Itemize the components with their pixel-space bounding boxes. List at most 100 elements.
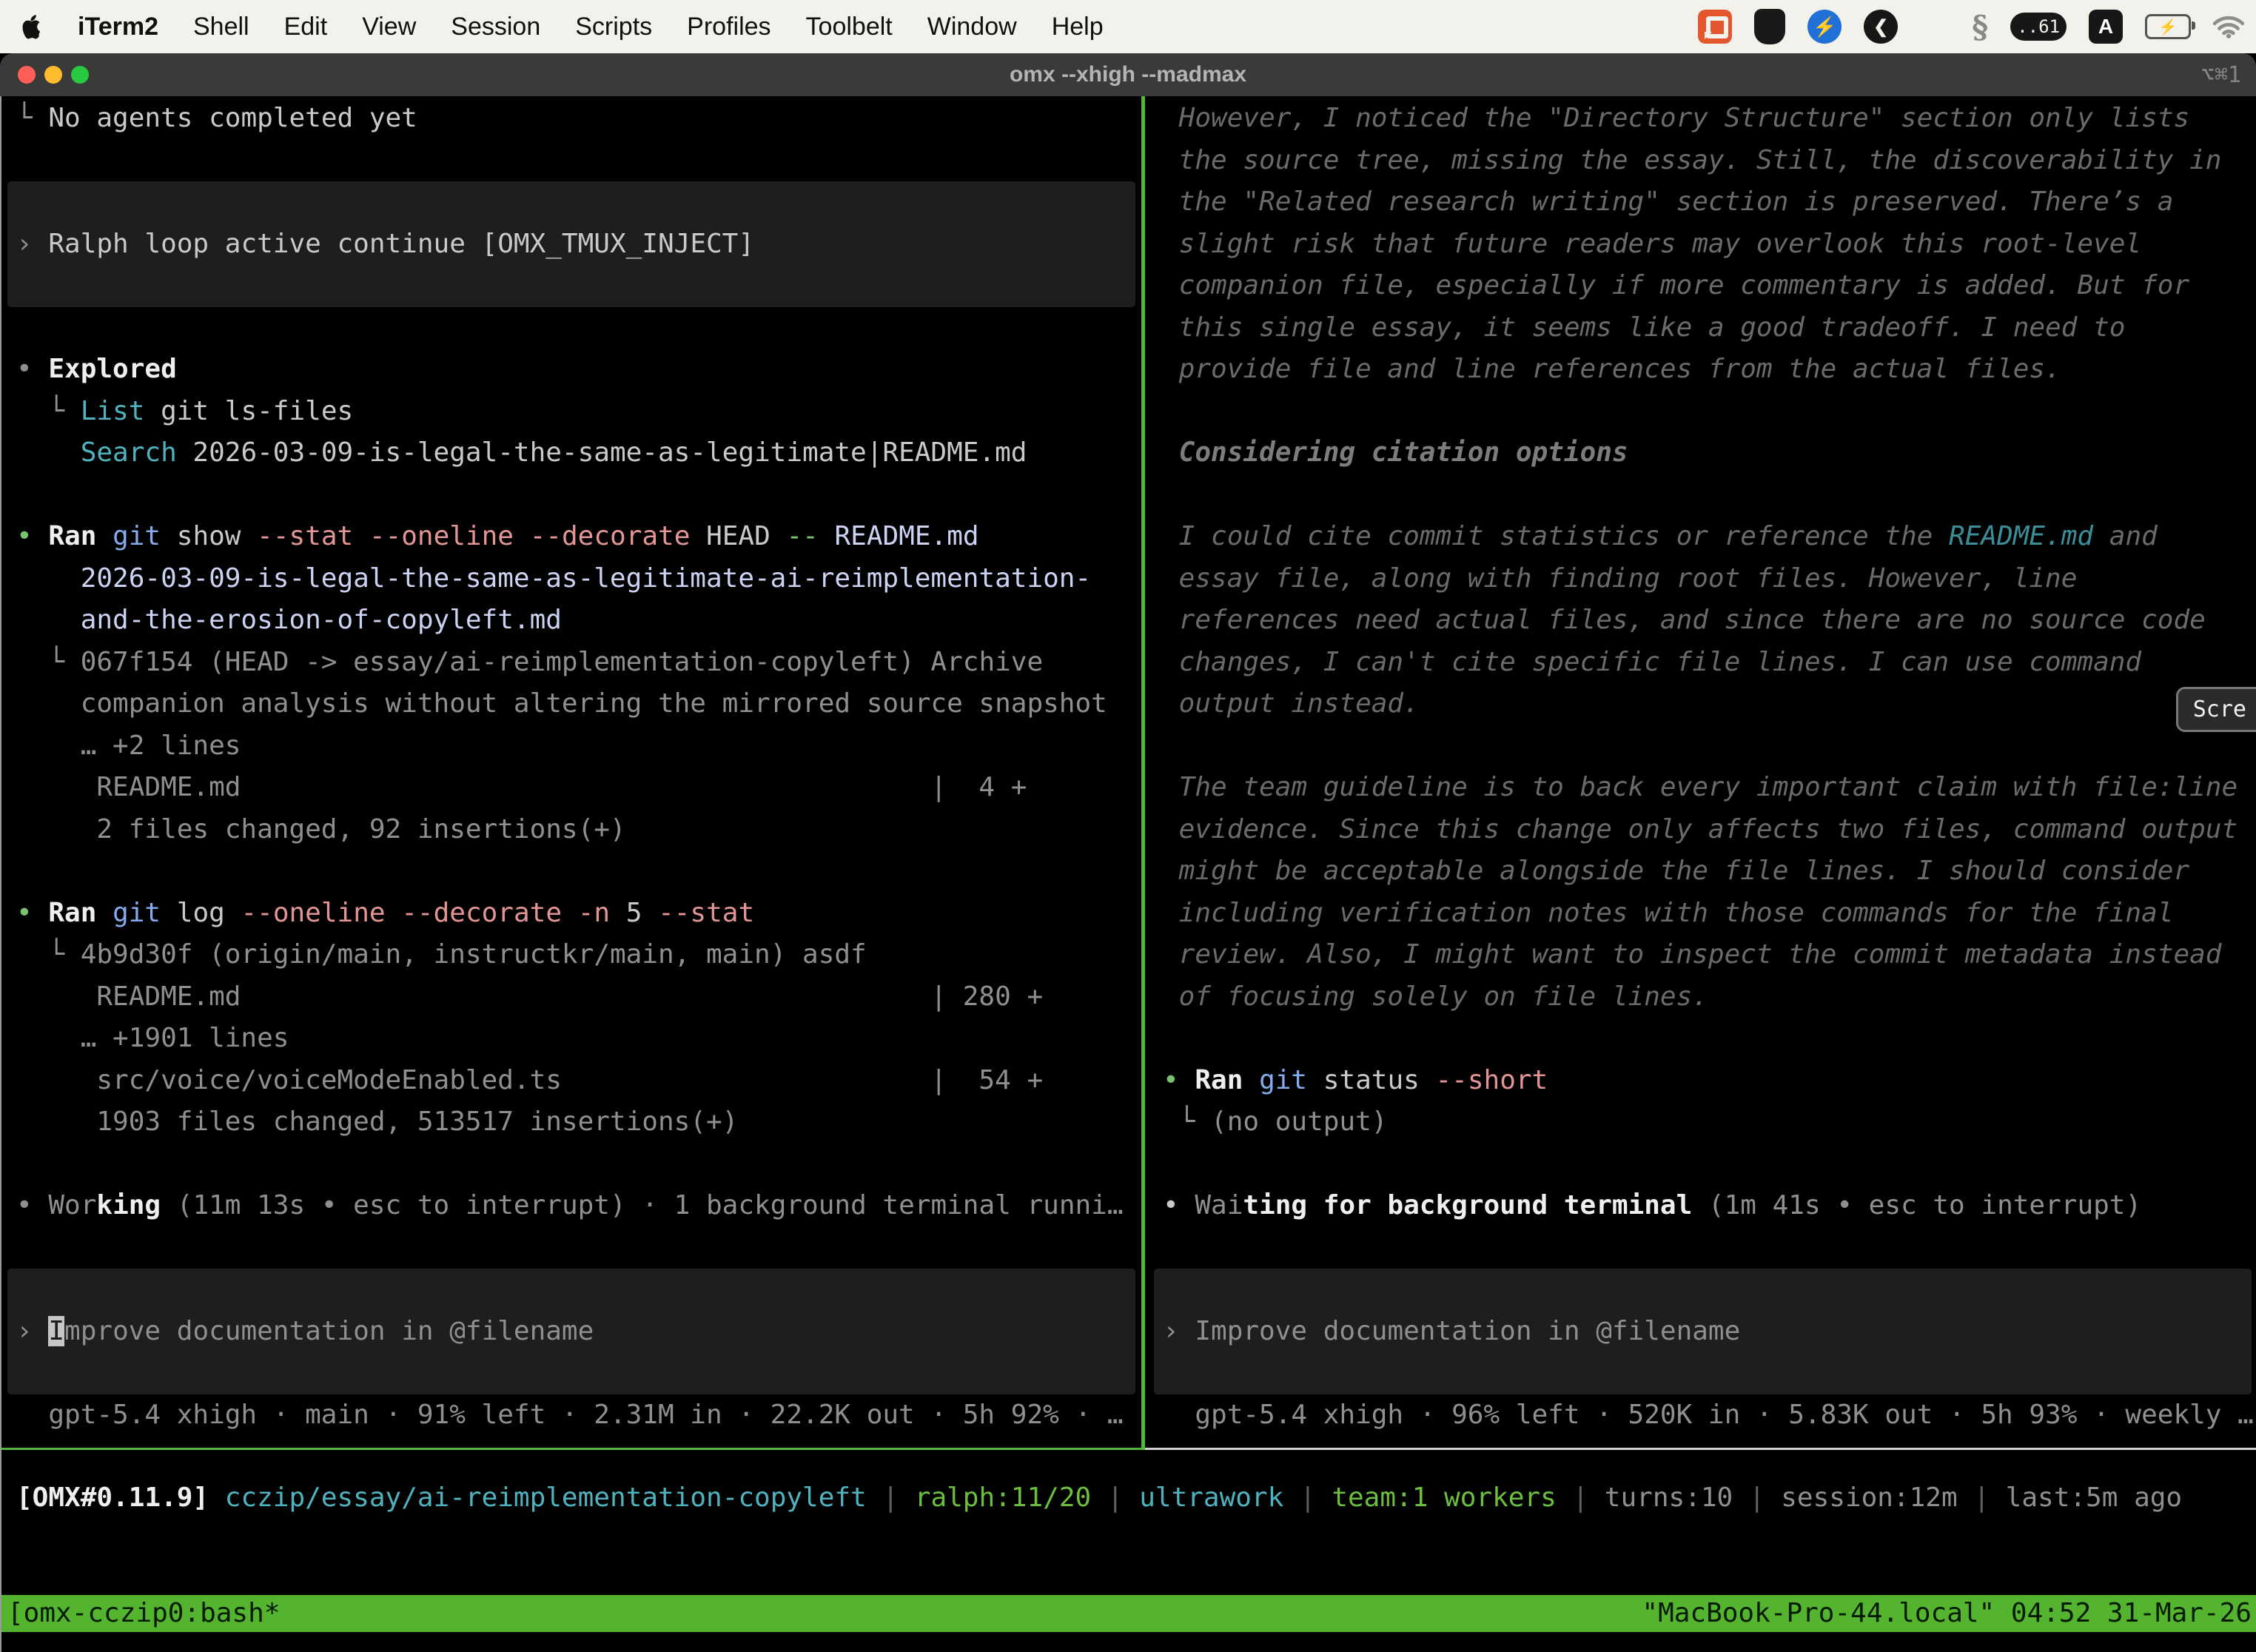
text-segment: Ran	[48, 521, 96, 551]
menu-item-shell[interactable]: Shell	[193, 13, 249, 41]
text-segment: 4b9d30f (origin/main, instructkr/main, m…	[81, 939, 867, 970]
terminal-line: … +1901 lines	[16, 1018, 1141, 1060]
terminal-line: … +2 lines	[16, 725, 1141, 768]
menu-item-help[interactable]: Help	[1052, 13, 1104, 41]
text-segment	[353, 521, 369, 551]
text-segment: --decorate	[401, 898, 562, 928]
text-segment: --stat	[257, 521, 353, 551]
text-segment: --short	[1436, 1065, 1548, 1095]
menu-item-profiles[interactable]: Profiles	[687, 13, 771, 41]
terminal-line	[16, 850, 1141, 893]
shield-grid-icon[interactable]	[1754, 9, 1785, 44]
terminal-line: gpt-5.4 xhigh · 96% left · 520K in · 5.8…	[1163, 1394, 2256, 1437]
terminal-line	[1163, 1352, 2256, 1394]
squiggle-icon[interactable]: §	[1972, 9, 1988, 45]
text-segment: └	[16, 396, 81, 426]
menu-item-edit[interactable]: Edit	[284, 13, 328, 41]
terminal-line	[1163, 1227, 2256, 1269]
text-segment: Wor	[48, 1190, 96, 1220]
keyboard-layout-icon[interactable]: A	[2089, 10, 2123, 44]
terminal-line: the source tree, missing the essay. Stil…	[1163, 140, 2256, 182]
text-segment: └	[16, 939, 81, 970]
text-segment	[386, 898, 402, 928]
badge-61-icon[interactable]: ..61	[2010, 13, 2067, 41]
text-segment	[1243, 1065, 1259, 1095]
text-segment: provide file and line references from th…	[1163, 354, 2061, 384]
iterm-window: omx --xhigh --madmax ⌥⌘1 └ No agents com…	[0, 53, 2256, 1652]
omx-status-line: [OMX#0.11.9] cczip/essay/ai-reimplementa…	[1, 1477, 2256, 1520]
text-segment: references need actual files, and since …	[1163, 605, 2206, 635]
menu-item-iterm2[interactable]: iTerm2	[78, 13, 158, 41]
tmux-session-name[interactable]: [omx-cczip0:bash*	[7, 1595, 280, 1632]
text-segment: git	[1259, 1065, 1307, 1095]
text-segment: List	[81, 396, 145, 426]
window-shortcut-hint: ⌥⌘1	[2201, 62, 2241, 88]
menu-item-window[interactable]: Window	[927, 13, 1017, 41]
text-segment: └	[1163, 1107, 1211, 1137]
terminal-line: of focusing solely on file lines.	[1163, 976, 2256, 1018]
text-segment: src/voice/voiceModeEnabled.ts | 54 +	[16, 1065, 1043, 1095]
text-segment: git ls-files	[144, 396, 353, 426]
text-segment: └	[16, 647, 81, 677]
text-segment: git	[113, 898, 161, 928]
window-title-bar[interactable]: omx --xhigh --madmax ⌥⌘1	[0, 53, 2256, 96]
text-segment: including verification notes with those …	[1163, 898, 2173, 928]
text-segment: Improve documentation in @filename	[1195, 1316, 1740, 1346]
terminal-line: review. Also, I might want to inspect th…	[1163, 934, 2256, 976]
terminal-line: references need actual files, and since …	[1163, 600, 2256, 642]
text-segment: king	[96, 1190, 161, 1220]
text-segment: and	[2093, 521, 2158, 551]
text-segment: •	[16, 1190, 48, 1220]
menu-item-view[interactable]: View	[362, 13, 416, 41]
loom-icon[interactable]: ❮	[1864, 10, 1898, 44]
text-segment: -n	[578, 898, 610, 928]
apple-menu-icon[interactable]	[22, 14, 43, 39]
text-segment: ›	[1163, 1316, 1195, 1346]
tmux-host-clock: "MacBook-Pro-44.local" 04:52 31-Mar-26	[1642, 1595, 2252, 1632]
menu-left: iTerm2 Shell Edit View Session Scripts P…	[0, 13, 1104, 41]
terminal-line	[16, 1352, 1141, 1394]
terminal-line: and-the-erosion-of-copyleft.md	[16, 600, 1141, 642]
text-segment: the source tree, missing the essay. Stil…	[1163, 145, 2221, 175]
text-segment: status	[1307, 1065, 1435, 1095]
text-segment: gpt-5.4 xhigh · 96% left · 520K in · 5.8…	[1163, 1400, 2254, 1430]
left-agent-pane[interactable]: └ No agents completed yet› Ralph loop ac…	[1, 98, 1141, 1436]
messenger-icon[interactable]: ⚡	[1807, 10, 1842, 44]
wifi-icon[interactable]	[2213, 15, 2244, 38]
text-segment	[96, 898, 113, 928]
menu-item-scripts[interactable]: Scripts	[575, 13, 652, 41]
terminal-line: the "Related research writing" section i…	[1163, 181, 2256, 224]
terminal-line: essay file, along with finding root file…	[1163, 558, 2256, 600]
terminal-line: └ 067f154 (HEAD -> essay/ai-reimplementa…	[16, 642, 1141, 684]
text-segment: evidence. Since this change only affects…	[1163, 814, 2237, 845]
terminal-line: might be acceptable alongside the file l…	[1163, 850, 2256, 893]
chat-app-icon[interactable]	[1698, 10, 1732, 44]
text-segment: --stat	[658, 898, 754, 928]
menu-item-session[interactable]: Session	[451, 13, 540, 41]
text-segment: README.md | 4 +	[16, 772, 1027, 802]
terminal-line: output instead.	[1163, 683, 2256, 725]
text-segment: --oneline	[241, 898, 385, 928]
text-segment: gpt-5.4 xhigh · main · 91% left · 2.31M …	[16, 1400, 1124, 1430]
text-segment: ralph:11/20	[915, 1483, 1091, 1513]
right-agent-pane[interactable]: However, I noticed the "Directory Struct…	[1147, 98, 2256, 1436]
menu-item-toolbelt[interactable]: Toolbelt	[806, 13, 893, 41]
terminal-line	[1163, 391, 2256, 433]
pane-divider[interactable]	[1141, 96, 1145, 1448]
text-segment: I could cite commit statistics or refere…	[1163, 521, 1949, 551]
terminal-line: Considering citation options	[1163, 432, 2256, 474]
terminal-line	[16, 1269, 1141, 1311]
terminal-line: provide file and line references from th…	[1163, 349, 2256, 391]
text-segment: [OMX#0.11.9]	[16, 1483, 209, 1513]
terminal-line: changes, I can't cite specific file line…	[1163, 642, 2256, 684]
terminal-line	[16, 265, 1141, 307]
text-segment: mprove documentation in @filename	[64, 1316, 594, 1346]
dots-grid-icon[interactable]	[1920, 12, 1950, 41]
text-segment: session:12m	[1781, 1483, 1957, 1513]
terminal-line: • Ran git show --stat --oneline --decora…	[16, 516, 1141, 558]
battery-icon[interactable]: ⚡	[2145, 14, 2191, 39]
text-segment: 1903 files changed, 513517 insertions(+)	[16, 1107, 738, 1137]
text-segment	[209, 1483, 225, 1513]
text-segment: HEAD	[690, 521, 786, 551]
terminal-line	[1163, 1018, 2256, 1060]
